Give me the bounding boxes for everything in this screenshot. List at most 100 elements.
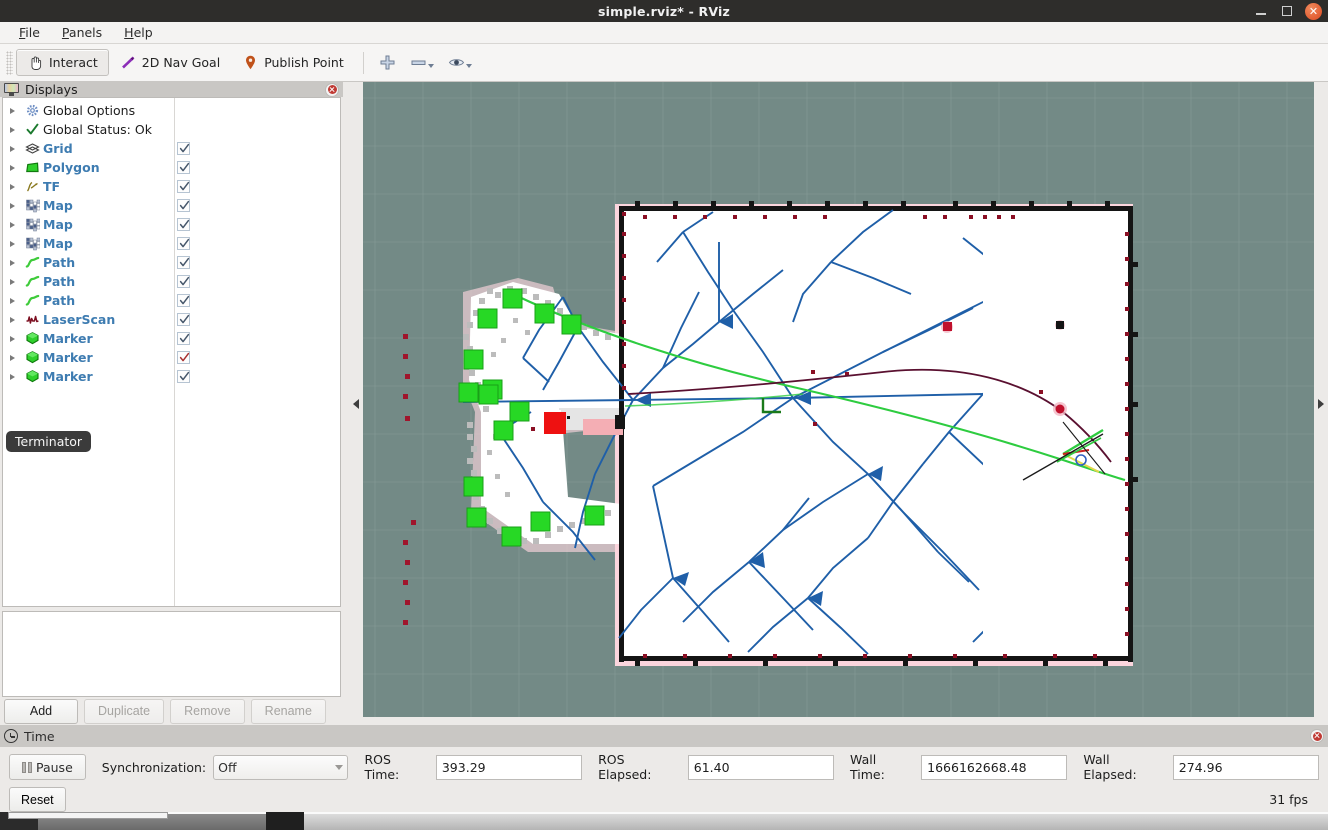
display-item-checkbox[interactable]: [177, 370, 190, 383]
time-panel-header: Time: [0, 725, 1328, 747]
maximize-icon[interactable]: [1279, 3, 1295, 19]
focus-camera-button[interactable]: [441, 52, 479, 73]
display-item-checkbox[interactable]: [177, 218, 190, 231]
display-item-polygon[interactable]: Polygon: [3, 158, 174, 177]
display-item-label: Path: [43, 293, 76, 308]
collapse-right-icon[interactable]: [1314, 82, 1328, 725]
menu-panels[interactable]: Panels: [51, 23, 113, 42]
display-item-map[interactable]: Map: [3, 196, 174, 215]
add-button[interactable]: Add: [4, 698, 78, 724]
clock-icon: [4, 729, 18, 743]
display-item-checkbox[interactable]: [177, 351, 190, 364]
display-item-label: Map: [43, 217, 73, 232]
render-view-3d[interactable]: [363, 82, 1314, 717]
wall-elapsed-field[interactable]: 274.96: [1172, 754, 1320, 780]
display-item-path[interactable]: Path: [3, 272, 174, 291]
expand-arrow-icon[interactable]: [3, 202, 21, 209]
toolbar-grip[interactable]: [6, 50, 13, 75]
ros-time-field[interactable]: 393.29: [435, 754, 583, 780]
menu-file[interactable]: File: [8, 23, 51, 42]
display-item-checkbox[interactable]: [177, 237, 190, 250]
minimize-icon[interactable]: [1253, 3, 1269, 19]
monitor-icon: [4, 83, 19, 96]
wall-time-field[interactable]: 1666162668.48: [921, 754, 1068, 780]
collapse-left-icon[interactable]: [349, 82, 363, 725]
display-item-label: Global Options: [43, 103, 136, 118]
display-item-marker[interactable]: Marker: [3, 348, 174, 367]
window-title: simple.rviz* - RViz: [598, 3, 730, 19]
display-item-checkbox[interactable]: [177, 256, 190, 269]
displays-close-icon[interactable]: [325, 82, 339, 97]
chevron-down-icon[interactable]: [465, 64, 472, 68]
display-item-tf[interactable]: TF: [3, 177, 174, 196]
display-item-path[interactable]: Path: [3, 253, 174, 272]
display-item-checkbox[interactable]: [177, 332, 190, 345]
polygon-icon: [21, 160, 43, 175]
displays-panel-title: Displays: [25, 82, 78, 97]
marker-icon: [21, 369, 43, 384]
chevron-down-icon[interactable]: [427, 64, 434, 68]
expand-arrow-icon[interactable]: [3, 164, 21, 171]
tool-2d-nav-goal[interactable]: 2D Nav Goal: [109, 49, 231, 76]
time-panel-title: Time: [24, 728, 55, 744]
path-icon: [21, 255, 43, 270]
tool-publish-point-label: Publish Point: [264, 55, 344, 70]
toolbar: Interact 2D Nav Goal Publish Point: [0, 44, 1328, 82]
tool-interact[interactable]: Interact: [16, 49, 109, 76]
tool-interact-label: Interact: [49, 55, 98, 70]
expand-arrow-icon[interactable]: [3, 240, 21, 247]
displays-tree[interactable]: Global Options Global Status: Ok Grid Polyg…: [2, 97, 341, 607]
reset-button[interactable]: Reset: [9, 787, 66, 812]
wall-time-label: Wall Time:: [850, 752, 885, 782]
display-item-checkbox[interactable]: [177, 275, 190, 288]
grid-icon: [21, 141, 43, 156]
close-icon[interactable]: ✕: [1305, 2, 1322, 20]
ros-elapsed-field[interactable]: 61.40: [687, 754, 835, 780]
expand-arrow-icon[interactable]: [3, 221, 21, 228]
synchronization-select[interactable]: Off: [213, 754, 349, 780]
display-item-checkbox[interactable]: [177, 180, 190, 193]
map-pin-icon: [242, 54, 259, 71]
taskbar-divider: [266, 812, 304, 830]
display-item-global-options[interactable]: Global Options: [3, 101, 174, 120]
display-item-marker[interactable]: Marker: [3, 329, 174, 348]
display-item-checkbox[interactable]: [177, 313, 190, 326]
toolbar-separator: [362, 51, 364, 74]
expand-arrow-icon[interactable]: [3, 316, 21, 323]
minus-icon: [410, 54, 427, 71]
expand-arrow-icon[interactable]: [3, 297, 21, 304]
expand-arrow-icon[interactable]: [3, 278, 21, 285]
expand-arrow-icon[interactable]: [3, 183, 21, 190]
display-item-checkbox[interactable]: [177, 294, 190, 307]
expand-arrow-icon[interactable]: [3, 126, 21, 133]
display-item-map[interactable]: Map: [3, 234, 174, 253]
pause-button[interactable]: Pause: [9, 754, 86, 780]
display-item-path[interactable]: Path: [3, 291, 174, 310]
pause-icon: [22, 761, 32, 773]
time-controls-row: Pause Synchronization: Off ROS Time: 393…: [0, 747, 1328, 787]
expand-arrow-icon[interactable]: [3, 145, 21, 152]
tool-publish-point[interactable]: Publish Point: [231, 49, 355, 76]
expand-arrow-icon[interactable]: [3, 354, 21, 361]
gear-icon: [21, 103, 43, 118]
display-item-global-status-ok[interactable]: Global Status: Ok: [3, 120, 174, 139]
zoom-out-button[interactable]: [403, 52, 441, 73]
display-item-laserscan[interactable]: LaserScan: [3, 310, 174, 329]
display-item-map[interactable]: Map: [3, 215, 174, 234]
time-close-icon[interactable]: [1310, 729, 1324, 743]
marker-icon: [21, 350, 43, 365]
display-item-grid[interactable]: Grid: [3, 139, 174, 158]
window-controls: ✕: [1253, 0, 1322, 22]
display-item-checkbox[interactable]: [177, 142, 190, 155]
menu-help[interactable]: Help: [113, 23, 164, 42]
expand-arrow-icon[interactable]: [3, 335, 21, 342]
render-view-canvas: [363, 82, 1314, 717]
zoom-in-button[interactable]: [372, 52, 403, 73]
display-item-checkbox[interactable]: [177, 199, 190, 212]
property-editor-box[interactable]: [2, 611, 341, 697]
expand-arrow-icon[interactable]: [3, 373, 21, 380]
expand-arrow-icon[interactable]: [3, 259, 21, 266]
display-item-checkbox[interactable]: [177, 161, 190, 174]
display-item-marker[interactable]: Marker: [3, 367, 174, 386]
expand-arrow-icon[interactable]: [3, 107, 21, 114]
